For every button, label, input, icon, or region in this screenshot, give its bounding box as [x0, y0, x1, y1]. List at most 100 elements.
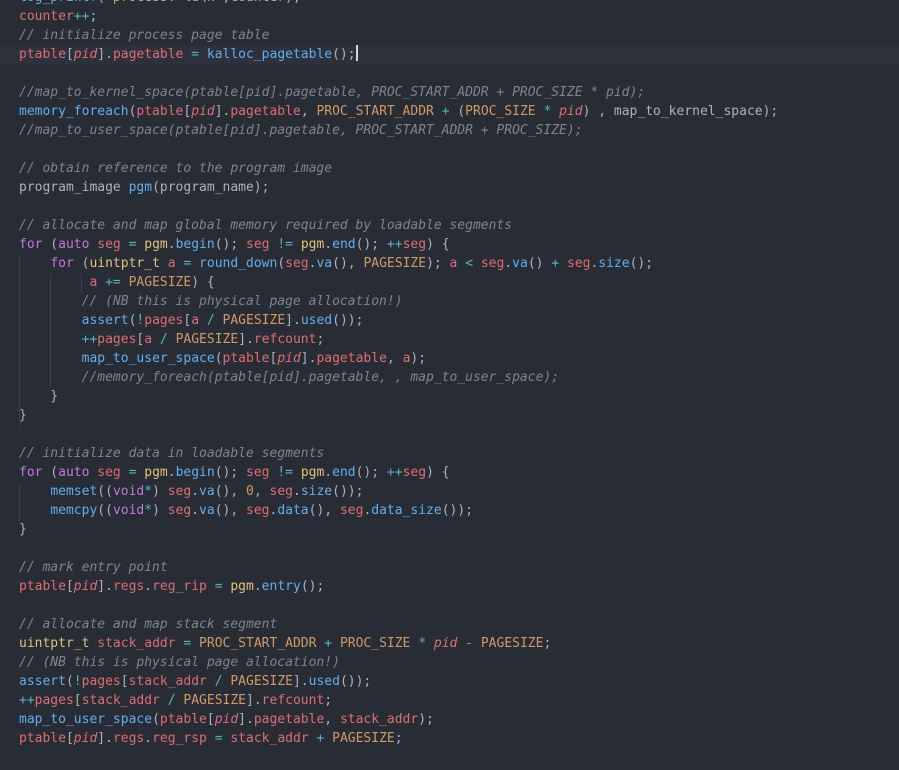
code-area[interactable]: log_printf("process: %d\n",counter);coun…	[0, 0, 899, 748]
code-token: PAGESIZE	[128, 275, 192, 290]
code-token: pgm	[300, 465, 325, 480]
code-line[interactable]: memory_foreach(ptable[pid].pagetable, PR…	[0, 102, 899, 121]
code-line[interactable]: ptable[pid].regs.reg_rsp = stack_addr + …	[0, 729, 899, 748]
code-line[interactable]	[0, 539, 899, 558]
code-line[interactable]: counter++;	[0, 7, 899, 26]
code-line[interactable]	[0, 64, 899, 83]
code-line[interactable]: // initialize data in loadable segments	[0, 444, 899, 463]
code-token: ,	[386, 351, 403, 366]
code-line[interactable]: for (auto seg = pgm.begin(); seg != pgm.…	[0, 235, 899, 254]
code-line[interactable]	[0, 425, 899, 444]
code-token: .	[504, 256, 513, 271]
code-token: ());	[441, 503, 474, 518]
code-line[interactable]: // (NB this is physical page allocation!…	[0, 292, 899, 311]
code-token: +=	[105, 275, 121, 290]
code-token: PAGESIZE	[183, 693, 247, 708]
code-line[interactable]: // initialize process page table	[0, 26, 899, 45]
code-token: seg	[402, 465, 427, 480]
code-line[interactable]	[0, 596, 899, 615]
code-line[interactable]: map_to_user_space(ptable[pid].pagetable,…	[0, 710, 899, 729]
code-token: seg	[269, 484, 293, 499]
code-token: ptable	[159, 712, 207, 727]
code-token: ++	[81, 332, 98, 347]
code-line[interactable]: // obtain reference to the program image	[0, 159, 899, 178]
code-line[interactable]: //map_to_kernel_space(ptable[pid].pageta…	[0, 83, 899, 102]
code-token: ()	[527, 256, 552, 271]
code-token: ();	[214, 237, 247, 252]
code-token: for	[19, 465, 43, 480]
code-token: )	[152, 503, 168, 518]
code-token: program_image	[19, 180, 129, 195]
code-token: ++	[19, 693, 35, 708]
code-line[interactable]: }	[0, 387, 899, 406]
code-token: //memory_foreach(ptable[pid].pagetable, …	[81, 370, 560, 385]
code-token: (	[152, 712, 160, 727]
code-token: seg	[285, 256, 309, 271]
code-token: uintptr_t	[19, 636, 90, 651]
code-token: seg	[339, 503, 364, 518]
code-line[interactable]: ptable[pid].regs.reg_rip = pgm.entry();	[0, 577, 899, 596]
code-token: [	[65, 731, 74, 746]
code-line[interactable]: }	[0, 520, 899, 539]
code-line[interactable]: // allocate and map global memory requir…	[0, 216, 899, 235]
code-token: ;	[89, 9, 98, 24]
code-token: }	[19, 389, 59, 404]
code-token: ();	[629, 256, 654, 271]
code-line[interactable]: //memory_foreach(ptable[pid].pagetable, …	[0, 368, 899, 387]
code-line[interactable]: program_image pgm(program_name);	[0, 178, 899, 197]
code-token: ++	[386, 465, 403, 480]
code-token: a	[144, 332, 153, 347]
code-token: pid	[73, 731, 98, 746]
code-token: ].	[97, 731, 113, 746]
code-line[interactable]: //map_to_user_space(ptable[pid].pagetabl…	[0, 121, 899, 140]
code-token: pid	[73, 47, 98, 62]
code-token: va	[199, 484, 215, 499]
code-token: PROC_START_ADDR	[316, 104, 434, 119]
code-token: seg	[246, 465, 270, 480]
code-line[interactable]: assert(!pages[stack_addr / PAGESIZE].use…	[0, 672, 899, 691]
code-token: va	[199, 503, 215, 518]
code-line[interactable]: }	[0, 406, 899, 425]
code-editor[interactable]: log_printf("process: %d\n",counter);coun…	[0, 0, 899, 770]
code-line[interactable]: ++pages[a / PAGESIZE].refcount;	[0, 330, 899, 349]
code-line[interactable]: ++pages[stack_addr / PAGESIZE].refcount;	[0, 691, 899, 710]
code-line[interactable]: memset((void*) seg.va(), 0, seg.size());	[0, 482, 899, 501]
code-token: ());	[339, 674, 372, 689]
code-line[interactable]: // allocate and map stack segment	[0, 615, 899, 634]
text-cursor	[355, 45, 358, 61]
code-token: // initialize data in loadable segments	[19, 446, 325, 461]
code-token: seg	[97, 237, 121, 252]
code-token: data_size	[371, 503, 442, 518]
code-line[interactable]	[0, 197, 899, 216]
code-line[interactable]: map_to_user_space(ptable[pid].pagetable,…	[0, 349, 899, 368]
code-line[interactable]: for (auto seg = pgm.begin(); seg != pgm.…	[0, 463, 899, 482]
code-line[interactable]: uintptr_t stack_addr = PROC_START_ADDR +…	[0, 634, 899, 653]
code-token: ].	[285, 313, 301, 328]
code-token: ();	[300, 579, 325, 594]
code-token: (),	[332, 256, 364, 271]
code-line[interactable]	[0, 140, 899, 159]
code-line[interactable]: for (uintptr_t a = round_down(seg.va(), …	[0, 254, 899, 273]
code-token: pid	[277, 351, 301, 366]
code-line[interactable]: a += PAGESIZE) {	[0, 273, 899, 292]
code-token: pgm	[144, 465, 168, 480]
code-token: pid	[73, 579, 98, 594]
code-token: ) , map_to_kernel_space);	[582, 104, 779, 119]
code-token: =	[214, 579, 223, 594]
code-line[interactable]: // (NB this is physical page allocation!…	[0, 653, 899, 672]
code-line[interactable]: memcpy((void*) seg.va(), seg.data(), seg…	[0, 501, 899, 520]
code-line[interactable]: ptable[pid].pagetable = kalloc_pagetable…	[0, 45, 899, 64]
code-line[interactable]: log_printf("process: %d\n",counter);	[0, 0, 899, 7]
code-token: pid	[433, 636, 458, 651]
code-line[interactable]: assert(!pages[a / PAGESIZE].used());	[0, 311, 899, 330]
code-line[interactable]: // mark entry point	[0, 558, 899, 577]
